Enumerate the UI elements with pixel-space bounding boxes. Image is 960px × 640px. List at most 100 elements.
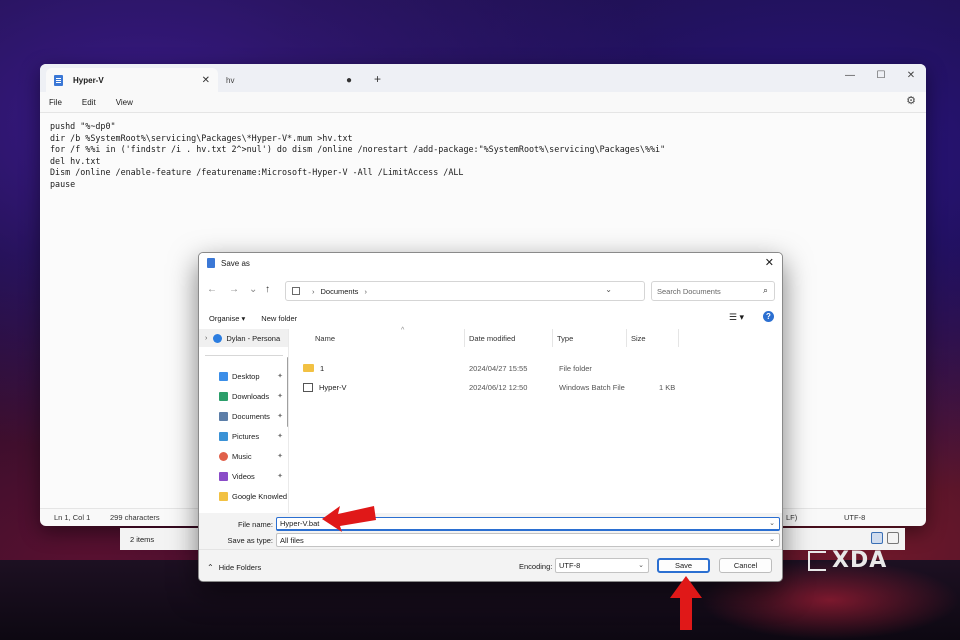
back-arrow-icon[interactable]: ← [207,284,217,295]
nav-item-google-knowledge[interactable]: Google Knowled [199,487,288,505]
pin-icon[interactable]: ✦ [277,392,283,400]
xda-watermark: XDA [808,548,887,573]
file-name-label: File name: [237,520,273,529]
chevron-right-icon: › [312,286,315,296]
documents-icon [219,411,228,421]
encoding-value: UTF-8 [559,561,581,570]
recent-chevron-icon[interactable]: ⌄ [249,284,257,295]
pin-icon[interactable]: ✦ [277,372,283,380]
nav-label: Downloads [232,391,270,401]
dialog-navbar: ← → ⌄ ↑ › Documents › ⌄ ↻ Search Documen… [199,273,782,307]
organise-button[interactable]: Organise ▾ [209,314,245,323]
close-icon[interactable]: ✕ [896,68,926,84]
hide-folders-label: Hide Folders [218,563,262,572]
save-as-dialog: Save as ✕ ← → ⌄ ↑ › Documents › ⌄ ↻ Sear… [198,252,783,582]
minimize-icon[interactable]: — [835,68,865,84]
forward-arrow-icon[interactable]: → [229,284,239,295]
hide-folders-button[interactable]: ⌃ Hide Folders [207,563,261,572]
chevron-up-icon: ⌃ [207,563,214,572]
pin-icon[interactable]: ✦ [277,472,283,480]
nav-item-desktop[interactable]: Desktop ✦ [199,367,288,385]
items-count: 2 items [130,534,155,544]
tab-close-icon[interactable]: ✕ [202,75,210,86]
file-row[interactable]: 1 2024/04/27 15:55 File folder [303,359,683,377]
save-as-type-label: Save as type: [227,536,273,545]
nav-item-onedrive[interactable]: › Dylan - Persona [199,329,288,347]
pin-icon[interactable]: ✦ [277,432,283,440]
column-type[interactable]: Type [553,329,627,347]
file-type: Windows Batch File [559,382,625,392]
nav-label: Documents [232,411,270,421]
file-name-value: Hyper-V.bat [280,519,320,528]
nav-item-pictures[interactable]: Pictures ✦ [199,427,288,445]
file-name: 1 [320,363,325,373]
desktop-icon [219,371,228,381]
save-as-type-value: All files [280,535,304,545]
tab-hyper-v[interactable]: Hyper-V ✕ [46,68,218,92]
chevron-down-icon[interactable]: ⌄ [769,535,775,543]
nav-item-documents[interactable]: Documents ✦ [199,407,288,425]
dialog-close-icon[interactable]: ✕ [765,256,774,269]
unsaved-dot-icon[interactable]: ● [346,75,352,86]
nav-scrollbar[interactable] [287,357,288,427]
this-pc-icon [292,287,300,295]
save-button[interactable]: Save [657,558,710,573]
file-date: 2024/04/27 15:55 [469,363,528,373]
menubar: File Edit View ⚙ [40,92,926,112]
help-icon[interactable]: ? [763,311,774,322]
new-folder-button[interactable]: New folder [261,314,297,323]
column-size[interactable]: Size [627,329,679,347]
pin-icon[interactable]: ✦ [277,452,283,460]
nav-item-downloads[interactable]: Downloads ✦ [199,387,288,405]
dialog-title: Save as [221,258,250,268]
notepad-titlebar: Hyper-V ✕ hv ● + — ☐ ✕ [40,64,926,92]
notepad-icon [54,74,63,86]
annotation-arrow-left-icon [322,506,376,532]
chevron-right-icon[interactable]: › [364,287,367,296]
search-input[interactable]: Search Documents ⌕ [651,281,775,301]
save-as-type-select[interactable]: All files ⌄ [276,533,780,547]
expand-chevron-icon[interactable]: › [205,335,207,342]
tab-hv[interactable]: hv ● [218,68,360,92]
nav-label: Dylan - Persona [226,333,281,343]
dialog-body: › Dylan - Persona Desktop ✦ Downloads ✦ … [199,327,782,513]
view-options-icon[interactable]: ☰ ▾ [729,312,744,323]
file-row[interactable]: Hyper-V 2024/06/12 12:50 Windows Batch F… [303,378,683,396]
details-view-icon[interactable] [871,532,883,544]
menu-file[interactable]: File [49,98,62,107]
column-date-label: Date modified [469,333,516,343]
nav-divider [205,355,283,356]
pin-icon[interactable]: ✦ [277,412,283,420]
notepad-icon [207,258,215,268]
navigation-pane: › Dylan - Persona Desktop ✦ Downloads ✦ … [199,329,289,513]
nav-item-music[interactable]: Music ✦ [199,447,288,465]
tab-label: hv [226,75,235,85]
nav-label: Pictures [232,431,260,441]
column-name[interactable]: Name ^ [311,327,465,347]
menu-edit[interactable]: Edit [82,98,96,107]
up-arrow-icon[interactable]: ↑ [265,284,270,295]
cancel-button[interactable]: Cancel [719,558,772,573]
file-type: File folder [559,363,592,373]
chevron-down-icon[interactable]: ⌄ [638,561,644,569]
encoding-label: Encoding: [519,562,553,571]
file-name: Hyper-V [319,382,347,392]
tiles-view-icon[interactable] [887,532,899,544]
address-dropdown-icon[interactable]: ⌄ [605,285,612,294]
new-tab-plus-icon[interactable]: + [374,72,381,86]
tab-label: Hyper-V [73,75,104,85]
address-bar[interactable]: › Documents › ⌄ ↻ [285,281,672,301]
chevron-down-icon[interactable]: ⌄ [769,519,775,527]
maximize-icon[interactable]: ☐ [866,68,896,84]
nav-item-videos[interactable]: Videos ✦ [199,467,288,485]
encoding-select[interactable]: UTF-8 ⌄ [555,558,649,573]
search-icon: ⌕ [762,285,768,295]
menu-view[interactable]: View [116,98,133,107]
column-date-modified[interactable]: Date modified [465,329,553,347]
dialog-titlebar: Save as ✕ [199,253,782,273]
settings-gear-icon[interactable]: ⚙ [906,94,916,107]
nav-label: Google Knowled [232,491,288,501]
dialog-toolbar: Organise ▾ New folder ☰ ▾ ? [199,307,782,329]
nav-label: Music [232,451,252,461]
nav-label: Desktop [232,371,260,381]
